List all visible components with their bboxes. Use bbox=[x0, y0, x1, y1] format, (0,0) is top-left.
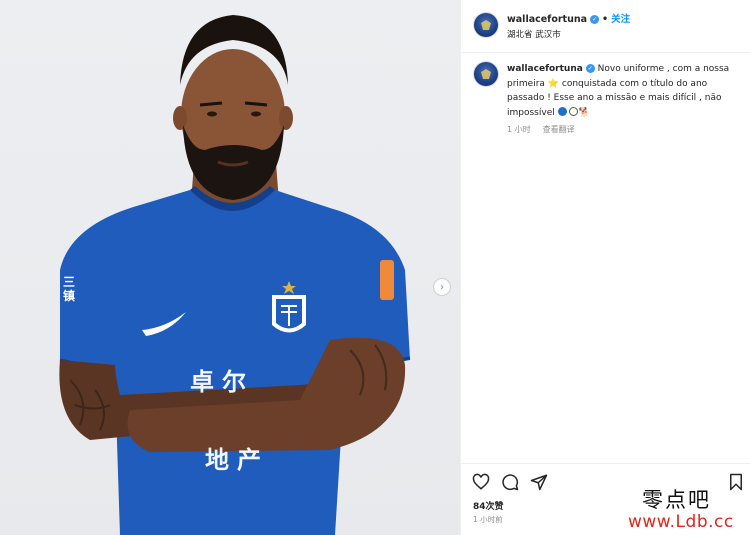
watermark-text: 零点吧 bbox=[642, 488, 711, 512]
likes-count[interactable]: 84次赞 bbox=[473, 499, 504, 512]
post-side-panel: wallacefortuna ✓ • 关注 湖北省 武汉市 wallacefortun… bbox=[460, 0, 750, 535]
caption-text: wallacefortuna ✓ Novo uniforme , com a no… bbox=[507, 62, 742, 120]
caption-meta: 1 小时 查看翻译 bbox=[507, 124, 587, 135]
separator-dot: • bbox=[602, 14, 609, 25]
next-photo-button[interactable]: › bbox=[433, 278, 451, 296]
watermark-url: www.Ldb.cc bbox=[628, 512, 734, 532]
dog-emoji: 🐕 bbox=[578, 107, 590, 118]
post-time: 1 小时前 bbox=[473, 515, 503, 524]
comment-icon bbox=[502, 474, 519, 491]
post-photo[interactable]: 卓尔 地产 三镇 › bbox=[0, 0, 460, 535]
follow-button[interactable]: 关注 bbox=[611, 14, 630, 25]
save-button[interactable] bbox=[727, 473, 745, 491]
comment-button[interactable] bbox=[501, 473, 519, 491]
location-link[interactable]: 湖北省 武汉市 bbox=[507, 28, 561, 40]
jersey-sleeve-text: 三镇 bbox=[63, 275, 76, 303]
jersey-sponsor-bottom: 地产 bbox=[205, 446, 269, 474]
jersey-sleeve-patch bbox=[380, 260, 394, 300]
blue-circle-emoji bbox=[557, 106, 567, 116]
star-emoji: ⭐ bbox=[547, 78, 560, 89]
verified-badge-icon: ✓ bbox=[585, 64, 595, 73]
bookmark-icon bbox=[730, 473, 742, 491]
header-user-line: wallacefortuna ✓ • 关注 bbox=[507, 11, 630, 25]
header-username[interactable]: wallacefortuna bbox=[507, 14, 587, 25]
caption-username[interactable]: wallacefortuna bbox=[507, 64, 583, 74]
post-header: wallacefortuna ✓ • 关注 湖北省 武汉市 bbox=[461, 0, 750, 53]
share-button[interactable] bbox=[530, 473, 548, 491]
avatar[interactable] bbox=[474, 13, 498, 37]
chevron-right-icon: › bbox=[440, 281, 444, 293]
jersey-sponsor-top: 卓尔 bbox=[190, 368, 254, 396]
verified-badge-icon: ✓ bbox=[590, 15, 600, 24]
see-translation-link[interactable]: 查看翻译 bbox=[543, 125, 575, 134]
heart-icon bbox=[472, 473, 490, 490]
caption-age: 1 小时 bbox=[507, 125, 531, 134]
caption-avatar[interactable] bbox=[474, 62, 498, 86]
share-icon bbox=[530, 474, 548, 491]
like-button[interactable] bbox=[472, 473, 490, 491]
